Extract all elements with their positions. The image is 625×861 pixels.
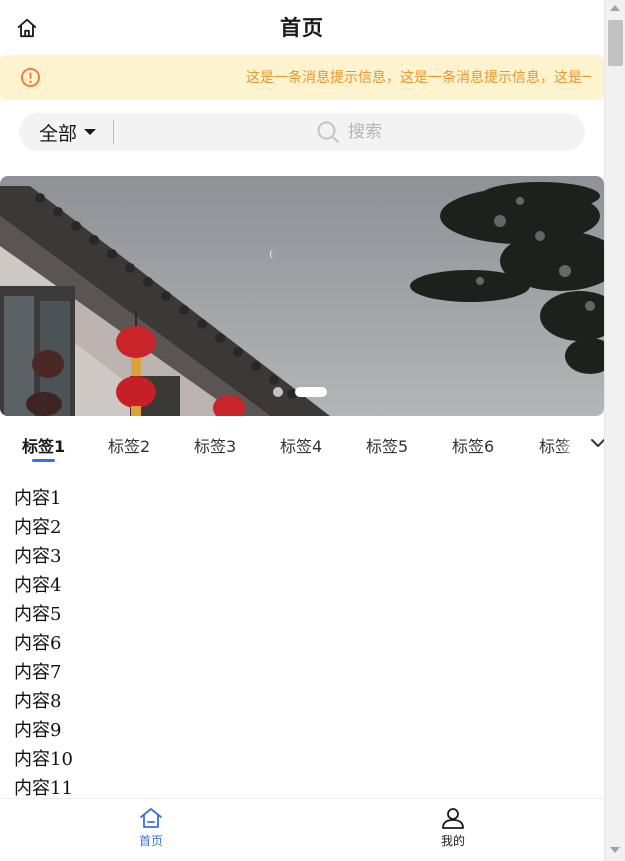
list-item: 内容3 xyxy=(14,546,62,567)
list-item: 内容9 xyxy=(14,720,62,741)
tab-2[interactable]: 标签2 xyxy=(108,433,150,457)
app-screen: 首页 这是一条消息提示信息，这是一条消息提示信息，这是一条消息提示信息 全部 xyxy=(0,0,604,861)
search-bar: 全部 xyxy=(19,113,585,151)
nav-mine[interactable]: 我的 xyxy=(423,807,483,849)
user-icon xyxy=(442,808,464,829)
home-icon xyxy=(17,18,37,38)
search-field xyxy=(316,113,548,151)
page-title: 首页 xyxy=(280,16,324,40)
banner-carousel[interactable] xyxy=(0,176,604,416)
chevron-down-icon[interactable] xyxy=(588,433,604,453)
warning-circle-icon xyxy=(20,67,41,88)
home-button[interactable] xyxy=(14,15,40,41)
nav-home[interactable]: 首页 xyxy=(121,807,181,849)
vertical-scrollbar[interactable] xyxy=(604,0,625,861)
scroll-thumb[interactable] xyxy=(608,20,623,66)
notice-bar[interactable]: 这是一条消息提示信息，这是一条消息提示信息，这是一条消息提示信息 xyxy=(0,55,604,100)
home-icon xyxy=(140,808,162,828)
active-tab-indicator xyxy=(32,459,55,462)
tab-3[interactable]: 标签3 xyxy=(194,433,236,457)
list-item: 内容5 xyxy=(14,604,62,625)
notice-text: 这是一条消息提示信息，这是一条消息提示信息，这是一条消息提示信息 xyxy=(246,70,591,86)
filter-label: 全部 xyxy=(39,122,78,145)
list-item: 内容2 xyxy=(14,517,62,538)
list-item: 内容1 xyxy=(14,488,62,509)
list-item: 内容8 xyxy=(14,691,62,712)
tab-bar: 标签1 标签2 标签3 标签4 标签5 标签6 标签 xyxy=(0,423,604,467)
search-input[interactable] xyxy=(348,122,548,142)
carousel-dot-active[interactable] xyxy=(295,387,327,397)
tab-4[interactable]: 标签4 xyxy=(280,433,322,457)
tab-1[interactable]: 标签1 xyxy=(22,433,65,457)
category-filter-dropdown[interactable]: 全部 xyxy=(39,113,97,151)
nav-home-label: 首页 xyxy=(138,834,163,848)
list-item: 内容6 xyxy=(14,633,62,654)
list-item: 内容4 xyxy=(14,575,62,596)
carousel-dot[interactable] xyxy=(273,387,283,397)
list-item: 内容7 xyxy=(14,662,62,683)
search-icon xyxy=(317,121,339,143)
tab-5[interactable]: 标签5 xyxy=(366,433,408,457)
nav-mine-label: 我的 xyxy=(440,834,465,848)
carousel-indicators xyxy=(273,387,327,397)
list-item: 内容10 xyxy=(14,749,73,770)
bottom-navigation: 首页 我的 xyxy=(0,798,604,861)
banner-image xyxy=(0,176,604,416)
tab-6[interactable]: 标签6 xyxy=(452,433,494,457)
scroll-up-arrow[interactable] xyxy=(610,5,620,11)
scroll-down-arrow[interactable] xyxy=(610,847,620,853)
top-header: 首页 xyxy=(0,0,604,54)
caret-down-icon xyxy=(84,129,97,135)
search-divider xyxy=(113,120,114,144)
content-list: 内容1 内容2 内容3 内容4 内容5 内容6 内容7 内容8 内容9 内容10… xyxy=(14,484,73,803)
